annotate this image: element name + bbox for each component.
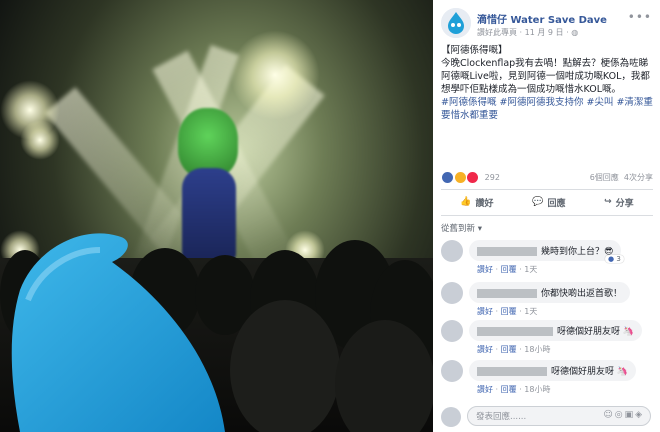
comment-sort-dropdown[interactable]: 從舊到新 ▾ [441, 222, 482, 234]
post-panel: 滴惜仔 Water Save Dave 讚好此專頁 · 11 月 9 日 · ◍… [433, 0, 660, 432]
commenter-avatar[interactable] [441, 240, 463, 262]
comment-bubble: 呀德個好朋友呀 🦄 [469, 320, 643, 341]
comments-count[interactable]: 6個回應 [590, 173, 619, 182]
mascot-avatar-icon [441, 8, 471, 38]
comment-input-placeholder: 發表回應...... [476, 412, 527, 422]
comment-text: 幾時到你上台？😎 [541, 247, 614, 257]
commenter-avatar[interactable] [441, 320, 463, 342]
comment-like-link[interactable]: 讚好 [477, 385, 493, 394]
comment-time[interactable]: 1天 [524, 265, 537, 274]
comment-meta: 讚好 · 回覆 · 1天 [477, 265, 538, 274]
comment-icon: 💬 [532, 197, 544, 207]
comment-reply-link[interactable]: 回覆 [501, 385, 517, 394]
camera-icon[interactable]: ◎ [615, 410, 625, 420]
sticker-icon[interactable]: ◈ [635, 410, 644, 420]
post-meta: 讚好此專頁 · 11 月 9 日 · ◍ [477, 27, 578, 38]
comment-bubble: 幾時到你上台？😎 [469, 240, 622, 261]
comment-meta: 讚好 · 回覆 · 1天 [477, 307, 538, 316]
meta-separator: · [519, 28, 523, 37]
comment-reply-link[interactable]: 回覆 [501, 265, 517, 274]
post-heading: 【阿德係得嘅】 [441, 45, 508, 56]
commenter-avatar[interactable] [441, 360, 463, 382]
comment-time[interactable]: 18小時 [524, 385, 550, 394]
commenter-name-redacted[interactable] [477, 367, 547, 376]
post-actions: 👍 讚好 💬 回應 ↪ 分享 [441, 192, 653, 212]
divider [441, 215, 653, 216]
globe-icon: ◍ [571, 28, 579, 37]
current-user-avatar [441, 407, 461, 427]
like-button-label: 讚好 [475, 198, 494, 209]
comment-text: 呀德個好朋友呀 🦄 [551, 367, 629, 377]
comment-like-link[interactable]: 讚好 [477, 307, 493, 316]
like-page-link[interactable]: 讚好此專頁 [477, 28, 517, 37]
composer-icons: ☺◎▣◈ [603, 410, 644, 420]
comment-share-counts: 6個回應 4次分享 [590, 172, 653, 183]
comment-button[interactable]: 💬 回應 [532, 196, 565, 209]
like-reaction-icon [441, 171, 454, 184]
page-avatar[interactable] [441, 8, 471, 38]
comment-item: 你都快啲出返首歌！ 讚好 · 回覆 · 1天 [441, 282, 653, 318]
emoji-icon[interactable]: ☺ [603, 410, 614, 420]
comment-input[interactable]: 發表回應...... ☺◎▣◈ [467, 406, 651, 426]
comment-meta: 讚好 · 回覆 · 18小時 [477, 385, 551, 394]
water-drop-mascot [11, 233, 225, 432]
page-name-link[interactable]: 滴惜仔 Water Save Dave [477, 11, 607, 26]
like-button[interactable]: 👍 讚好 [460, 196, 493, 209]
commenter-name-redacted[interactable] [477, 289, 537, 298]
share-icon: ↪ [604, 197, 612, 207]
comment-time[interactable]: 18小時 [524, 345, 550, 354]
post-body: 【阿德係得嘅】 今晚Clockenflap我有去喎！點解去？梗係為咗睇阿德嘅Li… [441, 44, 653, 122]
comment-item: 呀德個好朋友呀 🦄 讚好 · 回覆 · 18小時 [441, 320, 653, 356]
comment-time[interactable]: 1天 [524, 307, 537, 316]
comment-bubble: 你都快啲出返首歌！ [469, 282, 631, 303]
commenter-name-redacted[interactable] [477, 327, 553, 336]
post-photo[interactable] [0, 0, 433, 432]
post-text: 今晚Clockenflap我有去喎！點解去？梗係為咗睇阿德嘅Live啦，見到阿德… [441, 58, 650, 95]
more-options-icon[interactable]: ••• [628, 10, 652, 24]
commenter-name-redacted[interactable] [477, 247, 537, 256]
commenter-avatar[interactable] [441, 282, 463, 304]
shares-count[interactable]: 4次分享 [624, 173, 653, 182]
comment-composer: 發表回應...... ☺◎▣◈ [441, 406, 653, 428]
gif-icon[interactable]: ▣ [625, 410, 636, 420]
share-button[interactable]: ↪ 分享 [604, 196, 634, 209]
comment-like-link[interactable]: 讚好 [477, 345, 493, 354]
comment-item: 呀德個好朋友呀 🦄 讚好 · 回覆 · 18小時 [441, 360, 653, 396]
love-reaction-icon [466, 171, 480, 184]
comment-reply-link[interactable]: 回覆 [501, 345, 517, 354]
screenshot: 滴惜仔 Water Save Dave 讚好此專頁 · 11 月 9 日 · ◍… [0, 0, 660, 432]
comment-text: 呀德個好朋友呀 🦄 [557, 327, 635, 337]
comment-meta: 讚好 · 回覆 · 18小時 [477, 345, 551, 354]
comment-button-label: 回應 [547, 198, 566, 209]
thumbs-up-icon: 👍 [460, 197, 472, 207]
like-reaction-icon: ● [608, 255, 615, 263]
reaction-count: 292 [484, 173, 500, 182]
reactions-bar[interactable]: 292 6個回應 4次分享 [441, 171, 653, 185]
share-button-label: 分享 [615, 198, 634, 209]
haha-reaction-icon [453, 171, 467, 184]
comment-reply-link[interactable]: 回覆 [501, 307, 517, 316]
meta-separator: · [566, 28, 569, 37]
comment-reaction-badge[interactable]: ● 3 [605, 255, 624, 263]
comment-reaction-count: 3 [616, 255, 621, 263]
post-hashtags[interactable]: #阿德係得嘅 #阿德阿德我支持你 #尖叫 #清潔重要惜水都重要 [441, 96, 653, 122]
comment-text: 你都快啲出返首歌！ [541, 289, 623, 299]
comment-item: 幾時到你上台？😎 讚好 · 回覆 · 1天 ● 3 [441, 240, 653, 276]
comment-like-link[interactable]: 讚好 [477, 265, 493, 274]
comment-bubble: 呀德個好朋友呀 🦄 [469, 360, 637, 381]
post-date[interactable]: 11 月 9 日 [525, 28, 564, 37]
divider [441, 189, 653, 190]
